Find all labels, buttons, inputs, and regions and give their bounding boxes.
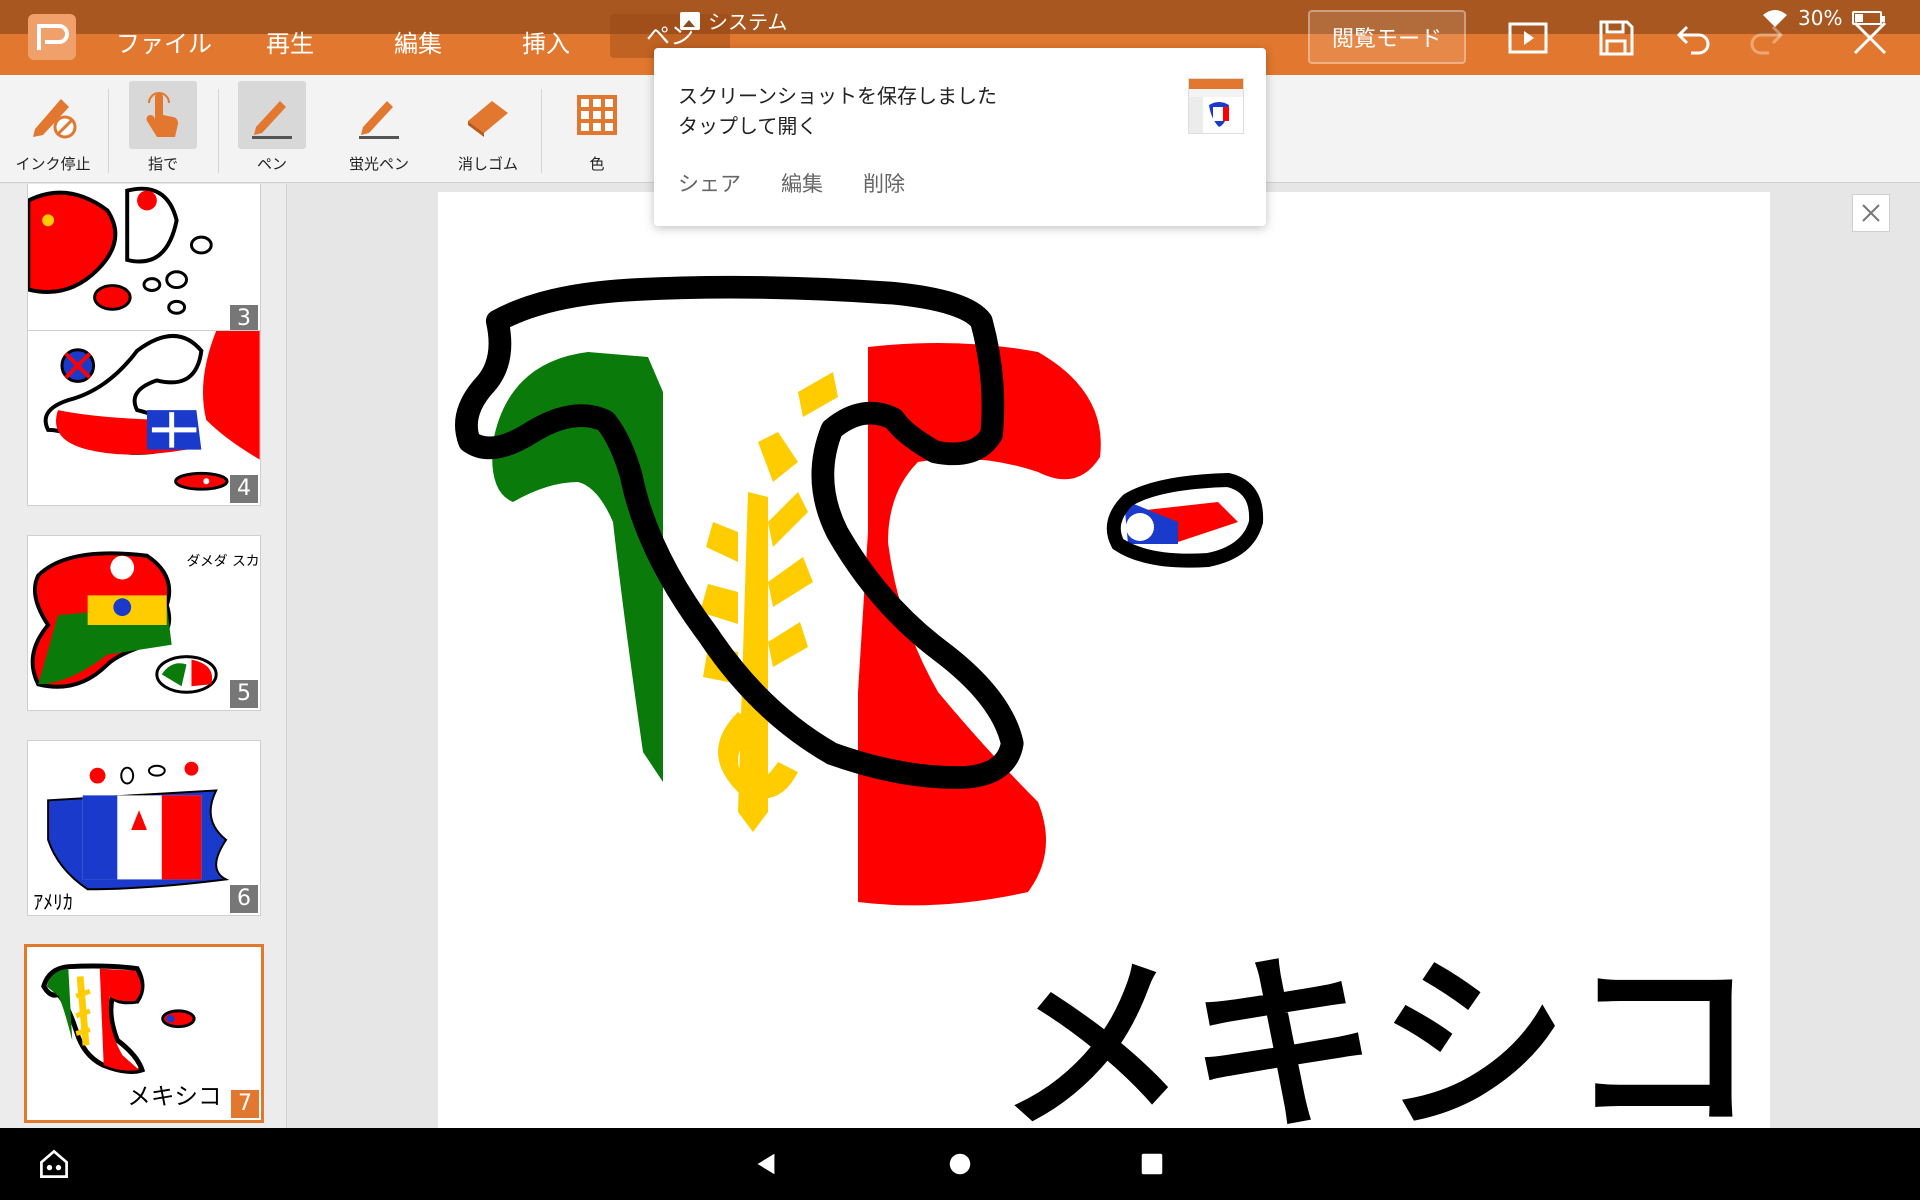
close-icon	[1862, 204, 1880, 222]
ribbon-divider	[108, 89, 109, 173]
back-icon[interactable]	[744, 1142, 788, 1186]
menu-file[interactable]: ファイル	[116, 24, 212, 59]
delete-button[interactable]: 削除	[863, 168, 905, 198]
share-button[interactable]: シェア	[678, 168, 741, 198]
slide-4-drawing	[43, 331, 260, 491]
ribbon-divider	[218, 89, 219, 173]
system-status: 30%	[1762, 6, 1886, 30]
slide-thumb-3[interactable]: 3	[27, 184, 261, 336]
pen-icon	[238, 81, 306, 149]
slide-number: 7	[231, 1090, 259, 1118]
slide-thumb-4[interactable]: 4	[27, 330, 261, 506]
slides-panel[interactable]: 3 4 ダメダ スカル 5	[0, 184, 287, 1128]
tool-label: 指で	[147, 155, 178, 173]
menu-insert[interactable]: 挿入	[522, 24, 570, 59]
play-slideshow-icon[interactable]	[1506, 16, 1550, 60]
system-nav-bar	[0, 1128, 1920, 1200]
battery-percent: 30%	[1798, 6, 1843, 30]
recents-icon[interactable]	[1130, 1142, 1174, 1186]
screenshot-preview	[1189, 79, 1243, 133]
slide-canvas[interactable]: メキシコ	[438, 192, 1770, 1128]
thumb-handwriting: メキシコ	[127, 1082, 221, 1110]
finger-icon	[129, 81, 197, 149]
slide-3-drawing	[28, 186, 213, 315]
edit-button[interactable]: 編集	[781, 168, 823, 198]
app-logo-icon[interactable]	[28, 14, 76, 60]
cuba-blob	[1106, 472, 1264, 568]
slide-5-drawing: ダメダ スカル	[30, 551, 260, 694]
notification-title: スクリーンショットを保存しました	[678, 84, 997, 108]
wifi-icon	[1763, 10, 1787, 27]
tool-color[interactable]: 色	[552, 81, 642, 174]
ribbon-divider	[541, 89, 542, 173]
image-icon	[680, 11, 700, 30]
slide-thumb-5[interactable]: ダメダ スカル 5	[27, 535, 261, 711]
undo-icon[interactable]	[1672, 16, 1716, 60]
slide-7-drawing: メキシコ	[41, 963, 222, 1110]
slide-thumb-7[interactable]: メキシコ 7	[24, 944, 264, 1123]
slide-thumb-6[interactable]: ｱﾒﾘｶ 6	[27, 740, 261, 916]
slide-number: 4	[230, 475, 258, 503]
tool-highlighter[interactable]: 蛍光ペン	[334, 81, 424, 174]
slide-6-drawing: ｱﾒﾘｶ	[33, 761, 230, 914]
slide-title-handwritten: メキシコ	[998, 936, 1758, 1128]
notification-source: システム	[680, 6, 787, 35]
tool-finger[interactable]: 指で	[118, 81, 208, 174]
slide-number: 3	[230, 305, 258, 333]
menu-edit[interactable]: 編集	[394, 24, 442, 59]
reading-mode-button[interactable]: 閲覧モード	[1308, 10, 1466, 64]
tool-eraser[interactable]: 消しゴム	[443, 81, 533, 174]
notification-actions: シェア 編集 削除	[678, 168, 905, 198]
tool-label: 蛍光ペン	[348, 155, 409, 173]
battery-icon	[1852, 11, 1886, 25]
highlighter-icon	[345, 81, 413, 149]
tool-label: ペン	[256, 155, 287, 173]
keyboard-toggle-icon[interactable]	[32, 1142, 76, 1186]
screenshot-notification[interactable]: スクリーンショットを保存しました タップして開く シェア 編集 削除	[654, 48, 1266, 226]
tool-ink-stop[interactable]: インク停止	[8, 81, 98, 174]
canvas-area[interactable]: メキシコ	[288, 184, 1920, 1128]
tool-pen[interactable]: ペン	[227, 81, 317, 174]
notification-source-label: システム	[708, 10, 788, 34]
ink-stop-icon	[19, 81, 87, 149]
tool-label: インク停止	[15, 155, 91, 173]
tool-label: 色	[589, 155, 605, 173]
mexico-drawing[interactable]: メキシコ	[438, 192, 1770, 1128]
home-icon[interactable]	[938, 1142, 982, 1186]
thumb-handwriting: ｱﾒﾘｶ	[33, 891, 73, 914]
menu-play[interactable]: 再生	[266, 24, 314, 59]
eraser-icon	[454, 81, 522, 149]
close-pane-button[interactable]	[1852, 194, 1890, 232]
save-icon[interactable]	[1594, 16, 1638, 60]
tool-label: 消しゴム	[457, 155, 518, 173]
thumb-handwriting: ダメダ スカル	[187, 554, 260, 570]
slide-number: 5	[230, 680, 258, 708]
screenshot-thumbnail[interactable]	[1188, 78, 1244, 134]
slide-number: 6	[230, 885, 258, 913]
notification-subtitle[interactable]: タップして開く	[678, 110, 817, 139]
color-grid-icon	[563, 81, 631, 149]
